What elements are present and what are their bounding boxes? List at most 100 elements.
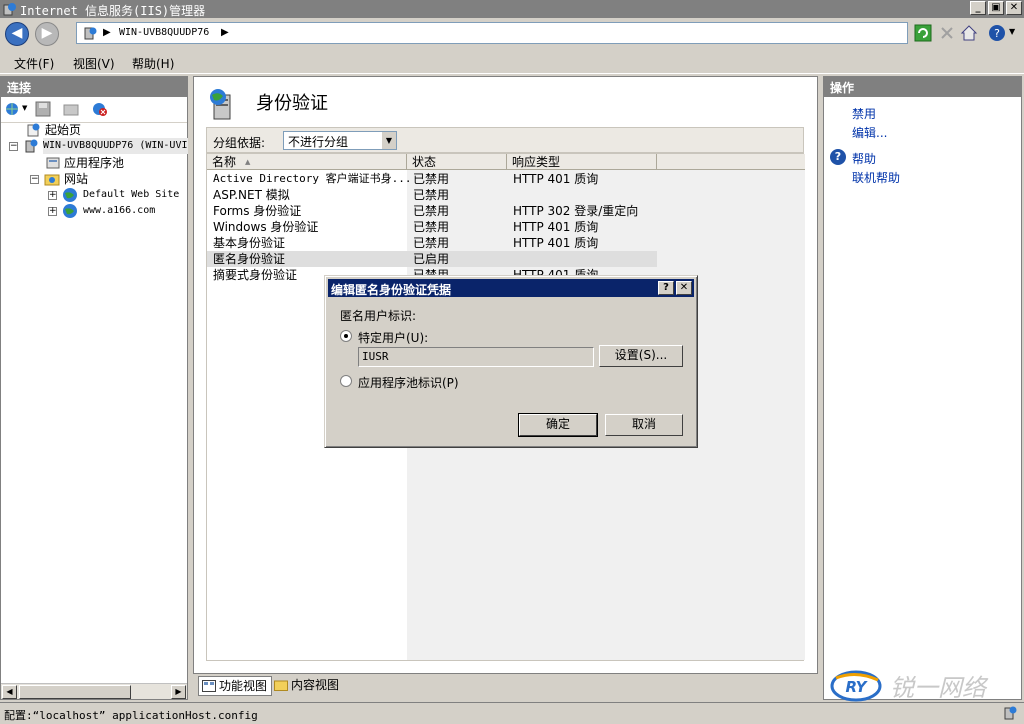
connections-toolbar: ▼	[1, 97, 187, 123]
tree-item-app-pools[interactable]: 应用程序池	[64, 155, 124, 171]
table-row[interactable]: Windows 身份验证 已禁用 HTTP 401 质询	[207, 219, 657, 235]
group-by-value: 不进行分组	[288, 135, 349, 149]
server-icon	[25, 139, 38, 153]
home-icon[interactable]	[960, 24, 978, 42]
help-dropdown-icon[interactable]: ▼	[1009, 27, 1015, 36]
group-by-bar: 分组依据: 不进行分组 ▼	[206, 127, 804, 153]
disconnect-icon[interactable]	[91, 101, 109, 117]
view-tabs: 功能视图 内容视图	[193, 676, 818, 698]
up-folder-icon[interactable]	[63, 101, 79, 117]
server-status-icon	[1004, 706, 1017, 720]
stop-icon[interactable]	[938, 24, 956, 42]
close-button[interactable]: ✕	[1006, 1, 1022, 15]
action-online-help[interactable]: 联机帮助	[852, 169, 900, 186]
actions-header: 操作	[824, 77, 1021, 97]
tab-feature-view[interactable]: 功能视图	[198, 676, 273, 696]
menu-file[interactable]: 文件(F)	[14, 55, 54, 72]
tree-collapse-sites[interactable]: −	[30, 175, 39, 184]
sites-folder-icon	[44, 174, 60, 186]
tree-item-default-web-site[interactable]: Default Web Site	[83, 187, 179, 203]
refresh-icon[interactable]	[914, 24, 932, 42]
tree-item-server[interactable]: WIN-UVB8QUUDP76 (WIN-UVI	[43, 138, 188, 154]
globe-icon	[63, 188, 77, 202]
edit-anonymous-credentials-dialog: 编辑匿名身份验证凭据 ? ✕ 匿名用户标识: 特定用户(U): IUSR 设置(…	[324, 275, 698, 448]
content-view-icon	[274, 680, 288, 691]
column-name[interactable]: 名称 ▲	[207, 154, 407, 170]
sort-asc-icon: ▲	[245, 158, 251, 166]
scroll-left-icon[interactable]: ◀	[2, 685, 17, 699]
ok-button[interactable]: 确定	[518, 413, 598, 437]
action-edit[interactable]: 编辑...	[852, 124, 887, 141]
server-icon	[84, 27, 97, 40]
authentication-icon	[210, 89, 231, 120]
action-help[interactable]: 帮助	[852, 150, 876, 167]
tree-item-start-page[interactable]: 起始页	[45, 122, 81, 138]
connect-globe-icon[interactable]	[4, 101, 22, 117]
specific-user-radio[interactable]	[340, 330, 352, 342]
table-row-selected[interactable]: 匿名身份验证 已启用	[207, 251, 657, 267]
dialog-help-button[interactable]: ?	[658, 281, 674, 295]
anonymous-identity-label: 匿名用户标识:	[340, 309, 417, 323]
home-page-icon	[27, 123, 40, 137]
menu-view[interactable]: 视图(V)	[73, 55, 115, 72]
tree-item-sites[interactable]: 网站	[64, 171, 88, 187]
maximize-button[interactable]: ▣	[988, 1, 1004, 15]
page-title: 身份验证	[256, 93, 328, 114]
menu-help[interactable]: 帮助(H)	[132, 55, 174, 72]
feature-view-icon	[202, 680, 216, 692]
tree-expand-a166[interactable]: +	[48, 207, 57, 216]
status-bar: 配置:“localhost” applicationHost.config	[0, 702, 1024, 724]
menu-bar: 文件(F) 视图(V) 帮助(H)	[0, 50, 1024, 74]
tree-expand-default-site[interactable]: +	[48, 191, 57, 200]
set-user-button[interactable]: 设置(S)...	[599, 345, 683, 367]
group-by-label: 分组依据:	[213, 136, 266, 150]
table-row[interactable]: ASP.NET 模拟 已禁用	[207, 187, 657, 203]
dialog-close-button[interactable]: ✕	[676, 281, 692, 295]
tree-item-a166[interactable]: www.a166.com	[83, 203, 155, 219]
dialog-title-bar: 编辑匿名身份验证凭据 ? ✕	[328, 279, 694, 297]
cancel-button[interactable]: 取消	[605, 414, 683, 436]
forward-button[interactable]: ▶	[35, 22, 59, 46]
connections-header: 连接	[1, 77, 187, 97]
tree-collapse-server[interactable]: −	[9, 142, 18, 151]
column-response-type[interactable]: 响应类型	[507, 154, 657, 170]
save-icon[interactable]	[35, 101, 51, 117]
connect-dropdown-icon[interactable]: ▼	[22, 104, 27, 112]
dropdown-arrow-icon[interactable]: ▼	[382, 132, 396, 149]
app-pool-icon	[46, 157, 60, 169]
globe-icon	[63, 204, 77, 218]
svg-text:RY: RY	[845, 678, 868, 696]
actions-pane: 操作 禁用 编辑... ? 帮助 联机帮助	[823, 76, 1022, 700]
app-pool-identity-label[interactable]: 应用程序池标识(P)	[358, 374, 459, 391]
scroll-right-icon[interactable]: ▶	[171, 685, 186, 699]
table-row[interactable]: Forms 身份验证 已禁用 HTTP 302 登录/重定向	[207, 203, 657, 219]
user-name-field[interactable]: IUSR	[358, 347, 594, 367]
svg-text:锐一网络: 锐一网络	[890, 674, 989, 702]
window-title: Internet 信息服务(IIS)管理器	[20, 4, 206, 18]
status-text: 配置:“localhost” applicationHost.config	[4, 709, 258, 722]
minimize-button[interactable]: _	[970, 1, 986, 15]
group-by-select[interactable]: 不进行分组 ▼	[283, 131, 397, 150]
dialog-title: 编辑匿名身份验证凭据	[331, 283, 452, 297]
tab-content-view[interactable]: 内容视图	[271, 676, 343, 696]
svg-text:?: ?	[994, 27, 1000, 40]
column-status[interactable]: 状态	[407, 154, 507, 170]
action-disable[interactable]: 禁用	[852, 105, 876, 122]
iis-app-icon	[3, 3, 16, 16]
specific-user-label[interactable]: 特定用户(U):	[358, 329, 428, 346]
breadcrumb-server[interactable]: WIN-UVB8QUUDP76	[119, 27, 209, 38]
back-button[interactable]: ◀	[5, 22, 29, 46]
ry-watermark-logo: RY 锐一网络	[830, 670, 989, 702]
address-bar[interactable]: ▶ WIN-UVB8QUUDP76 ▶	[76, 22, 908, 44]
breadcrumb-chevron-icon[interactable]: ▶	[221, 27, 229, 38]
connections-hscrollbar[interactable]: ◀ ▶	[1, 683, 187, 699]
scroll-thumb[interactable]	[19, 685, 131, 699]
help-icon[interactable]: ?	[988, 24, 1006, 42]
help-icon: ?	[830, 149, 846, 165]
app-pool-identity-radio[interactable]	[340, 375, 352, 387]
address-toolbar: ◀ ▶ ▶ WIN-UVB8QUUDP76 ▶ ? ▼	[0, 18, 1024, 48]
connections-pane: 连接 ▼ 起始页 − WIN-UVB8QUUDP76 (WIN-UVI 应用程序…	[0, 76, 188, 700]
table-row[interactable]: 基本身份验证 已禁用 HTTP 401 质询	[207, 235, 657, 251]
table-row[interactable]: Active Directory 客户端证书身... 已禁用 HTTP 401 …	[207, 171, 657, 187]
breadcrumb-separator: ▶	[103, 27, 111, 38]
